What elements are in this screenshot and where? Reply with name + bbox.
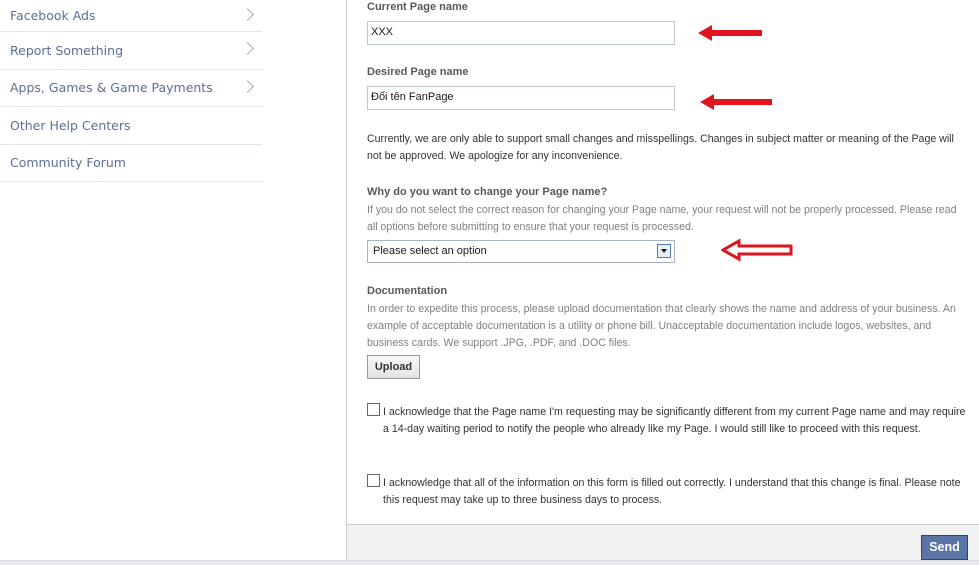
help-sidebar: Facebook Ads Report Something Apps, Game… [0,0,262,182]
sidebar-item-community-forum[interactable]: Community Forum [0,145,262,182]
reason-select-value: Please select an option [373,245,487,257]
documentation-label: Documentation [367,285,448,297]
documentation-help-text: In order to expedite this process, pleas… [367,303,956,349]
chevron-right-icon [241,42,254,56]
acknowledge-final-text: I acknowledge that all of the informatio… [383,477,961,506]
annotation-arrow-icon [700,94,772,110]
sidebar-item-other-help-centers[interactable]: Other Help Centers [0,107,262,145]
desired-name-label: Desired Page name [367,66,469,78]
current-name-field[interactable]: XXX [367,21,675,45]
sidebar-item-label: Report Something [10,42,124,58]
acknowledge-wait-text: I acknowledge that the Page name I'm req… [383,406,966,435]
reason-help-text: If you do not select the correct reason … [367,204,957,233]
chevron-right-icon [241,79,254,93]
rename-page-form: Current Page name XXX Desired Page name … [346,0,979,565]
acknowledge-final-checkbox[interactable] [367,474,380,487]
reason-select[interactable]: Please select an option [367,240,675,263]
upload-button[interactable]: Upload [367,355,420,379]
sidebar-item-label: Facebook Ads [10,8,96,23]
chevron-down-icon[interactable] [657,244,671,258]
desired-name-field[interactable]: Đổi tên FanPage [367,86,675,110]
name-change-notice: Currently, we are only able to support s… [367,133,954,162]
send-button[interactable]: Send [921,535,968,560]
acknowledge-wait-checkbox[interactable] [367,403,380,416]
current-name-label: Current Page name [367,1,468,13]
sidebar-item-report-something[interactable]: Report Something [0,32,262,70]
sidebar-item-label: Community Forum [10,155,126,171]
page-bottom-border [0,560,979,565]
reason-label: Why do you want to change your Page name… [367,186,608,198]
sidebar-item-apps-games[interactable]: Apps, Games & Game Payments [0,70,262,107]
sidebar-item-label: Other Help Centers [10,117,131,133]
sidebar-item-label: Apps, Games & Game Payments [10,80,213,96]
chevron-right-icon [241,7,254,21]
annotation-arrow-icon [721,238,793,262]
sidebar-item-facebook-ads[interactable]: Facebook Ads [0,0,262,32]
form-footer: Send [347,524,979,565]
annotation-arrow-icon [698,25,762,41]
